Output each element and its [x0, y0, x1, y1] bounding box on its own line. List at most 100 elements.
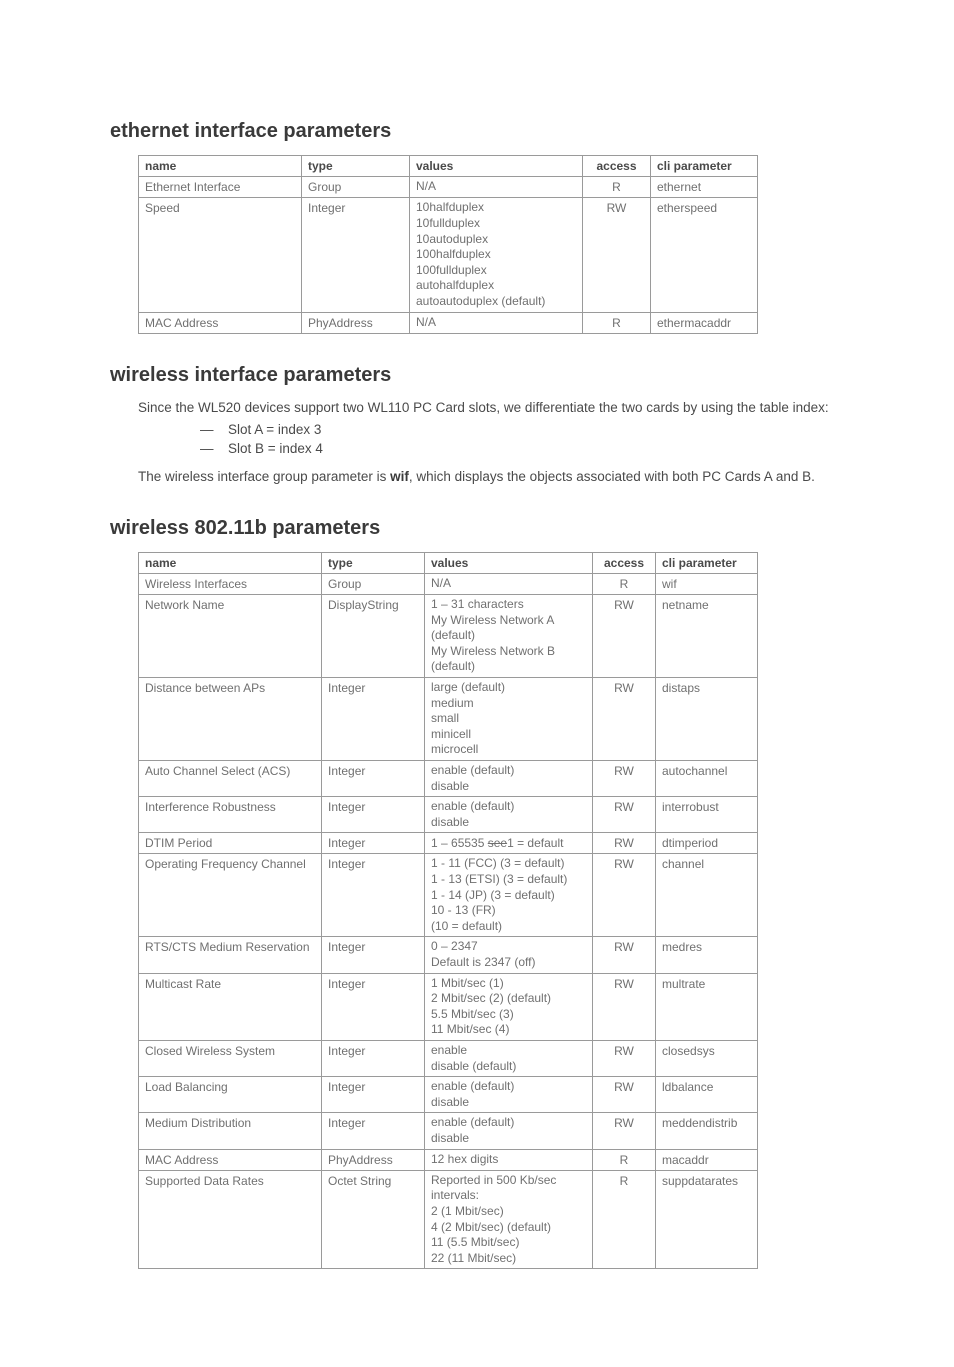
cell-access: R: [583, 177, 651, 198]
cell-cli: ethernet: [651, 177, 758, 198]
cell-cli: meddendistrib: [656, 1113, 758, 1149]
cell-type: DisplayString: [322, 594, 425, 677]
paragraph-wireless-intro-1: Since the WL520 devices support two WL11…: [138, 399, 844, 417]
cell-type: Integer: [322, 760, 425, 796]
cell-type: Integer: [322, 973, 425, 1040]
cell-access: RW: [593, 1077, 656, 1113]
cell-access: RW: [593, 797, 656, 833]
col-type: type: [302, 156, 410, 177]
cell-type: Octet String: [322, 1170, 425, 1269]
cell-values: enable (default)disable: [425, 1077, 593, 1113]
table-row: Wireless InterfacesGroupN/ARwif: [139, 573, 758, 594]
table-row: Closed Wireless SystemIntegerenabledisab…: [139, 1041, 758, 1077]
table-row: Supported Data RatesOctet StringReported…: [139, 1170, 758, 1269]
cell-cli: dtimperiod: [656, 833, 758, 854]
cell-access: R: [583, 312, 651, 333]
col-values: values: [425, 552, 593, 573]
cell-name: MAC Address: [139, 1149, 322, 1170]
cell-name: Load Balancing: [139, 1077, 322, 1113]
cell-cli: channel: [656, 854, 758, 937]
cell-values: N/A: [425, 573, 593, 594]
cell-cli: closedsys: [656, 1041, 758, 1077]
table-row: Multicast RateInteger1 Mbit/sec (1)2 Mbi…: [139, 973, 758, 1040]
cell-cli: etherspeed: [651, 198, 758, 312]
cell-name: Wireless Interfaces: [139, 573, 322, 594]
cell-values: N/A: [410, 312, 583, 333]
cell-name: Ethernet Interface: [139, 177, 302, 198]
cell-cli: wif: [656, 573, 758, 594]
cell-access: RW: [593, 1041, 656, 1077]
slot-index-list: Slot A = index 3 Slot B = index 4: [200, 421, 844, 458]
cell-cli: netname: [656, 594, 758, 677]
cell-access: RW: [593, 973, 656, 1040]
cell-values: 1 - 11 (FCC) (3 = default)1 - 13 (ETSI) …: [425, 854, 593, 937]
table-row: Load BalancingIntegerenable (default)dis…: [139, 1077, 758, 1113]
cell-name: Auto Channel Select (ACS): [139, 760, 322, 796]
cell-type: Integer: [322, 1113, 425, 1149]
cell-values: Reported in 500 Kb/sec intervals:2 (1 Mb…: [425, 1170, 593, 1269]
cell-access: R: [593, 573, 656, 594]
table-row: Medium DistributionIntegerenable (defaul…: [139, 1113, 758, 1149]
cell-type: Integer: [322, 833, 425, 854]
col-cli: cli parameter: [656, 552, 758, 573]
cell-type: Integer: [322, 1077, 425, 1113]
heading-80211b: wireless 802.11b parameters: [110, 515, 844, 542]
cell-access: R: [593, 1170, 656, 1269]
text-run: , which displays the objects associated …: [409, 469, 815, 484]
col-name: name: [139, 552, 322, 573]
cell-values: enable (default)disable: [425, 760, 593, 796]
cell-cli: ethermacaddr: [651, 312, 758, 333]
cell-access: RW: [593, 937, 656, 973]
cell-cli: autochannel: [656, 760, 758, 796]
paragraph-wireless-intro-2: The wireless interface group parameter i…: [138, 468, 844, 486]
table-row: Ethernet InterfaceGroupN/ARethernet: [139, 177, 758, 198]
cell-access: RW: [593, 854, 656, 937]
table-row: Interference RobustnessIntegerenable (de…: [139, 797, 758, 833]
cell-values: large (default)mediumsmallminicellmicroc…: [425, 677, 593, 760]
table-header-row: name type values access cli parameter: [139, 156, 758, 177]
cell-values: enable (default)disable: [425, 797, 593, 833]
cell-type: Integer: [322, 937, 425, 973]
cell-type: Integer: [322, 854, 425, 937]
cell-access: RW: [593, 760, 656, 796]
col-access: access: [593, 552, 656, 573]
cell-cli: medres: [656, 937, 758, 973]
cell-cli: ldbalance: [656, 1077, 758, 1113]
cell-name: Network Name: [139, 594, 322, 677]
table-row: Operating Frequency ChannelInteger1 - 11…: [139, 854, 758, 937]
cell-name: RTS/CTS Medium Reservation: [139, 937, 322, 973]
cell-values: enabledisable (default): [425, 1041, 593, 1077]
cell-type: Group: [302, 177, 410, 198]
cell-name: Closed Wireless System: [139, 1041, 322, 1077]
cell-type: PhyAddress: [302, 312, 410, 333]
cell-access: RW: [593, 594, 656, 677]
cell-access: RW: [593, 1113, 656, 1149]
cell-name: Speed: [139, 198, 302, 312]
cell-values: 12 hex digits: [425, 1149, 593, 1170]
cell-values: 0 – 2347Default is 2347 (off): [425, 937, 593, 973]
cell-cli: distaps: [656, 677, 758, 760]
table-row: DTIM PeriodInteger1 – 65535 see1 = defau…: [139, 833, 758, 854]
list-item: Slot B = index 4: [200, 440, 844, 458]
cell-type: Group: [322, 573, 425, 594]
cell-name: MAC Address: [139, 312, 302, 333]
cell-name: DTIM Period: [139, 833, 322, 854]
col-cli: cli parameter: [651, 156, 758, 177]
list-item: Slot A = index 3: [200, 421, 844, 439]
col-access: access: [583, 156, 651, 177]
cell-cli: suppdatarates: [656, 1170, 758, 1269]
cell-values: 10halfduplex10fullduplex10autoduplex100h…: [410, 198, 583, 312]
cell-name: Medium Distribution: [139, 1113, 322, 1149]
heading-ethernet: ethernet interface parameters: [110, 118, 844, 145]
text-run: The wireless interface group parameter i…: [138, 469, 390, 484]
cell-access: RW: [593, 677, 656, 760]
cell-access: RW: [583, 198, 651, 312]
table-header-row: name type values access cli parameter: [139, 552, 758, 573]
table-row: MAC AddressPhyAddress12 hex digitsRmacad…: [139, 1149, 758, 1170]
cell-values: 1 – 65535 see1 = default: [425, 833, 593, 854]
cell-cli: macaddr: [656, 1149, 758, 1170]
cell-access: R: [593, 1149, 656, 1170]
table-row: MAC AddressPhyAddressN/ARethermacaddr: [139, 312, 758, 333]
cell-type: Integer: [302, 198, 410, 312]
cell-name: Operating Frequency Channel: [139, 854, 322, 937]
